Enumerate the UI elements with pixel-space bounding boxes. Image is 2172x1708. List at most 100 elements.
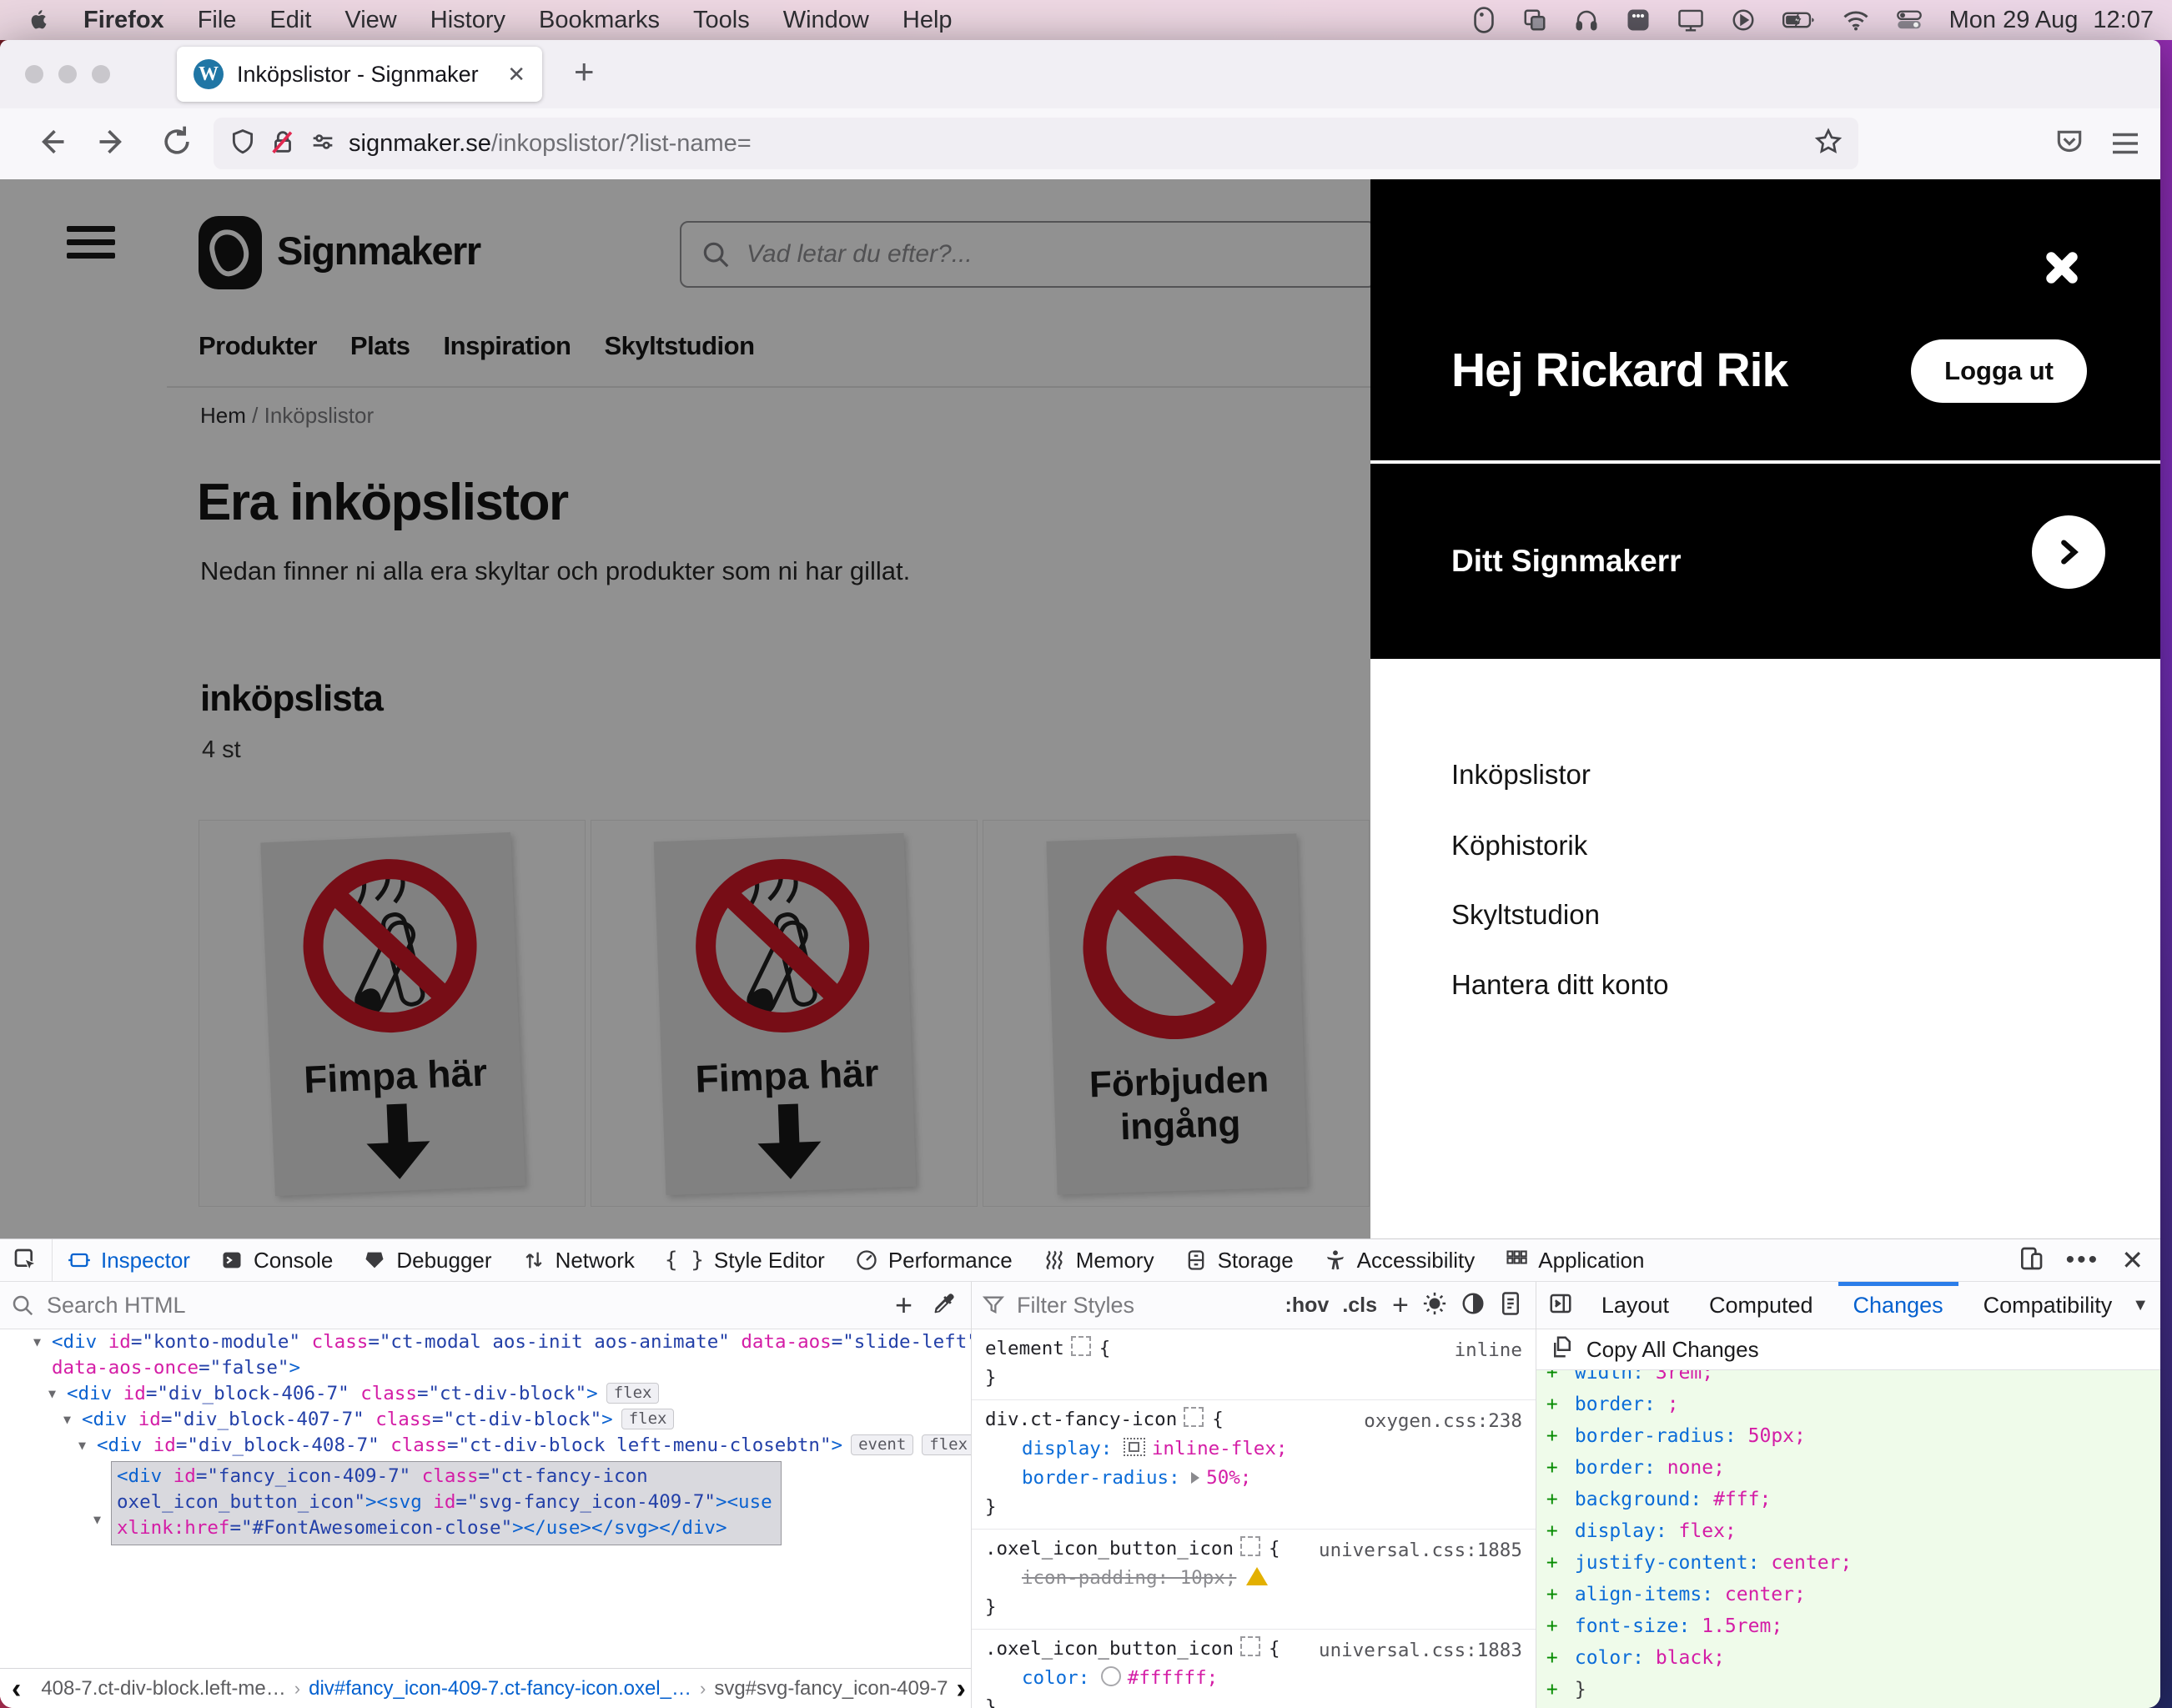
selected-node[interactable]: ▼<div id="fancy_icon-409-7" class="ct-fa…	[0, 1459, 971, 1545]
breadcrumb-child[interactable]: svg#svg-fancy_icon-409-7	[714, 1677, 948, 1700]
modal-dim-overlay	[0, 179, 1370, 1238]
devtools-close-icon[interactable]: ✕	[2121, 1244, 2144, 1276]
play-status-icon[interactable]	[1731, 8, 1756, 33]
class-toggle[interactable]: .cls	[1342, 1294, 1377, 1318]
selector-target-icon[interactable]	[1240, 1536, 1260, 1556]
menubar-item-firefox[interactable]: Firefox	[83, 7, 164, 34]
devtools-tab-console[interactable]: Console	[205, 1239, 348, 1281]
add-rule-button[interactable]: +	[1392, 1289, 1409, 1322]
url-text[interactable]: signmaker.se/inkopslistor/?list-name=	[349, 130, 752, 158]
app-menu-icon[interactable]	[2110, 130, 2140, 161]
logout-button[interactable]: Logga ut	[1911, 339, 2087, 403]
rule-ct-fancy-icon[interactable]: div.ct-fancy-icon{ oxygen.css:238 displa…	[972, 1400, 1536, 1530]
devtools-tab-debugger[interactable]: Debugger	[348, 1239, 506, 1281]
battery-icon[interactable]	[1782, 8, 1816, 33]
browser-tab[interactable]: W Inköpslistor - Signmaker ✕	[177, 47, 542, 102]
panel-close-icon[interactable]	[2040, 246, 2084, 289]
menubar-clock[interactable]: Mon 29 Aug12:07	[1949, 7, 2154, 34]
back-button[interactable]	[32, 123, 68, 164]
sidebar-tab-compatibility[interactable]: Compatibility	[1963, 1282, 2133, 1329]
panel-item-hantera-konto[interactable]: Hantera ditt konto	[1451, 969, 1669, 1001]
rule-location[interactable]: oxygen.css:238	[1364, 1407, 1522, 1436]
permissions-icon[interactable]	[309, 128, 337, 160]
breadcrumb-ancestor[interactable]: 408-7.ct-div-block.left-me…	[41, 1677, 285, 1700]
panel-section-label[interactable]: Ditt Signmakerr	[1451, 544, 1682, 579]
reload-button[interactable]	[158, 123, 195, 164]
chevron-right-icon[interactable]	[2032, 515, 2105, 589]
devtools-tab-accessibility[interactable]: Accessibility	[1309, 1239, 1491, 1281]
rule-location[interactable]: universal.css:1883	[1319, 1636, 1522, 1665]
breadcrumb-forward-icon[interactable]: ›	[956, 1673, 965, 1705]
mouse-status-icon[interactable]	[1472, 6, 1496, 34]
menubar-item-history[interactable]: History	[430, 7, 505, 34]
selector-target-icon[interactable]	[1240, 1636, 1260, 1656]
panel-item-inkopslistor[interactable]: Inköpslistor	[1451, 759, 1591, 791]
breadcrumb-selected[interactable]: div#fancy_icon-409-7.ct-fancy-icon.oxel_…	[309, 1677, 691, 1700]
expand-icon[interactable]	[1191, 1472, 1199, 1484]
display-icon[interactable]	[1677, 8, 1704, 33]
tab-close-icon[interactable]: ✕	[507, 62, 525, 88]
new-tab-button[interactable]: +	[574, 52, 595, 92]
changes-diff[interactable]: +width: 3rem; +border: ; +border-radius:…	[1536, 1370, 2160, 1708]
headphones-icon[interactable]	[1574, 8, 1599, 33]
copy-all-changes-row[interactable]: Copy All Changes	[1536, 1329, 2160, 1370]
devtools-tab-memory[interactable]: Memory	[1028, 1239, 1169, 1281]
control-center-icon[interactable]	[1896, 8, 1923, 33]
menubar-item-edit[interactable]: Edit	[269, 7, 311, 34]
bookmark-star-icon[interactable]	[1813, 127, 1843, 161]
devtools-tab-inspector[interactable]: Inspector	[53, 1239, 205, 1281]
keypad-icon[interactable]	[1626, 8, 1651, 33]
devtools-tab-style-editor[interactable]: { } Style Editor	[650, 1239, 840, 1281]
element-picker-icon[interactable]	[0, 1239, 53, 1281]
menubar-item-bookmarks[interactable]: Bookmarks	[539, 7, 660, 34]
devtools-tab-application[interactable]: Application	[1490, 1239, 1659, 1281]
print-simulation-icon[interactable]	[1499, 1291, 1522, 1320]
search-html-input[interactable]: Search HTML	[47, 1293, 186, 1319]
devtools-tab-performance[interactable]: Performance	[840, 1239, 1028, 1281]
selector-target-icon[interactable]	[1184, 1407, 1204, 1427]
sidebar-toggle-icon[interactable]	[1548, 1291, 1573, 1320]
forward-button[interactable]	[95, 123, 132, 164]
html-tree[interactable]: ▼<div id="konto-module" class="ct-modal …	[0, 1329, 971, 1669]
window-minimize-button[interactable]	[58, 65, 77, 83]
devtools-tab-storage[interactable]: Storage	[1169, 1239, 1309, 1281]
window-zoom-button[interactable]	[92, 65, 110, 83]
pseudo-class-toggle[interactable]: :hov	[1285, 1294, 1330, 1318]
rule-location[interactable]: universal.css:1885	[1319, 1536, 1522, 1565]
rule-oxel-icon-button-1883[interactable]: .oxel_icon_button_icon{ universal.css:18…	[972, 1630, 1536, 1708]
wifi-icon[interactable]	[1843, 8, 1869, 32]
selector-target-icon[interactable]	[1071, 1336, 1091, 1356]
shield-icon[interactable]	[229, 128, 257, 160]
insecure-lock-icon[interactable]	[269, 128, 297, 160]
sidebar-tab-changes[interactable]: Changes	[1833, 1282, 1963, 1329]
menubar-item-file[interactable]: File	[198, 7, 237, 34]
breadcrumb-back-icon[interactable]: ‹	[12, 1673, 21, 1705]
eyedropper-icon[interactable]	[931, 1291, 956, 1320]
devtools-menu-icon[interactable]: •••	[2066, 1246, 2100, 1274]
screen-mirroring-icon[interactable]	[1522, 8, 1547, 33]
window-close-button[interactable]	[25, 65, 43, 83]
display-swatch-icon[interactable]	[1124, 1438, 1145, 1456]
css-rules-list[interactable]: element{ inline } div.ct-fancy-icon{ oxy…	[972, 1329, 1536, 1708]
menubar-item-window[interactable]: Window	[783, 7, 869, 34]
responsive-design-icon[interactable]	[2018, 1245, 2044, 1276]
light-theme-icon[interactable]	[1422, 1291, 1447, 1320]
apple-menu-icon[interactable]	[25, 8, 53, 33]
panel-item-kophistorik[interactable]: Köphistorik	[1451, 830, 1587, 862]
rule-element[interactable]: element{ inline }	[972, 1329, 1536, 1400]
menubar-item-help[interactable]: Help	[902, 7, 953, 34]
pocket-icon[interactable]	[2054, 127, 2085, 163]
menubar-item-tools[interactable]: Tools	[693, 7, 750, 34]
dark-theme-icon[interactable]	[1461, 1291, 1486, 1320]
add-node-button[interactable]: +	[895, 1288, 913, 1323]
url-bar[interactable]: signmaker.se/inkopslistor/?list-name=	[214, 118, 1858, 169]
menubar-item-view[interactable]: View	[344, 7, 396, 34]
panel-item-skyltstudion[interactable]: Skyltstudion	[1451, 899, 1600, 931]
rule-oxel-icon-button-1885[interactable]: .oxel_icon_button_icon{ universal.css:18…	[972, 1530, 1536, 1630]
sidebar-tabs-overflow-icon[interactable]: ▼	[2132, 1296, 2149, 1315]
color-swatch[interactable]	[1101, 1666, 1121, 1686]
sidebar-tab-layout[interactable]: Layout	[1581, 1282, 1689, 1329]
sidebar-tab-computed[interactable]: Computed	[1689, 1282, 1833, 1329]
devtools-tab-network[interactable]: Network	[507, 1239, 650, 1281]
filter-styles-input[interactable]: Filter Styles	[1017, 1293, 1134, 1319]
